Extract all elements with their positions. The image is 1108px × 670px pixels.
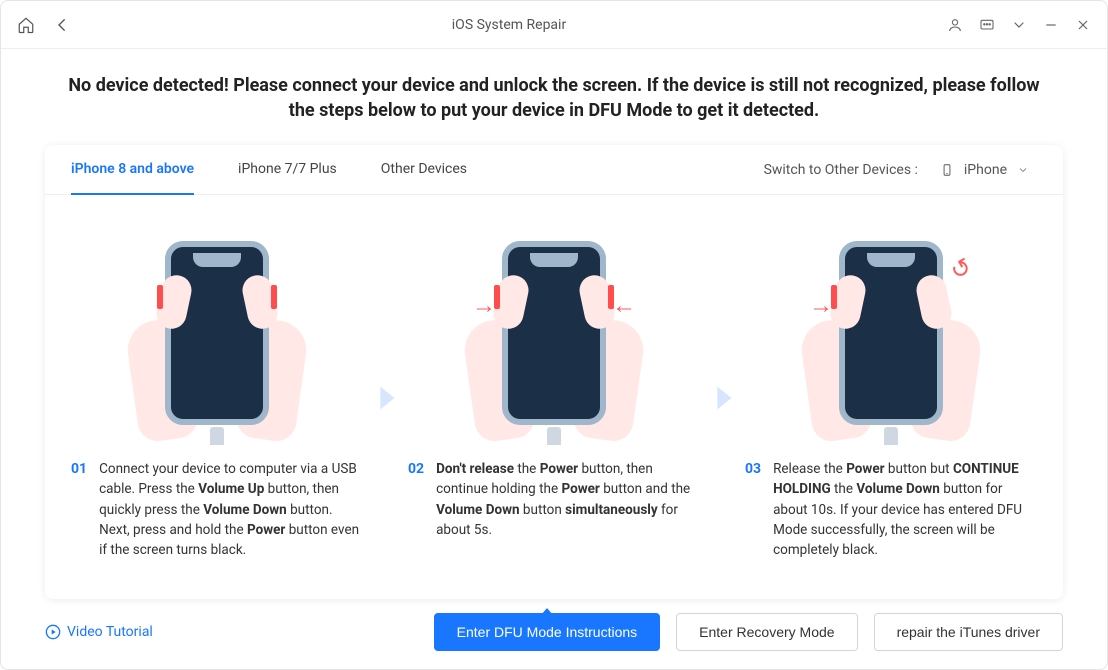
tab-other-devices[interactable]: Other Devices	[381, 145, 467, 195]
page-heading: No device detected! Please connect your …	[45, 73, 1063, 123]
user-icon[interactable]	[947, 17, 963, 33]
step-2-illustration: → ←	[454, 235, 654, 435]
video-tutorial-link[interactable]: Video Tutorial	[45, 624, 153, 640]
enter-recovery-button[interactable]: Enter Recovery Mode	[676, 613, 857, 651]
back-icon[interactable]	[53, 16, 71, 34]
window-title: iOS System Repair	[71, 17, 947, 33]
play-circle-icon	[45, 624, 61, 640]
tab-iphone8-above[interactable]: iPhone 8 and above	[71, 145, 194, 195]
step-3-text: Release the Power button but CONTINUE HO…	[773, 459, 1037, 560]
step-2: → ← 02 Don't release the Power button, t…	[408, 235, 700, 569]
close-icon[interactable]	[1075, 17, 1091, 33]
chevron-down-icon[interactable]	[1011, 17, 1027, 33]
step-3-illustration: → ↺	[791, 235, 991, 435]
step-3-number: 03	[745, 459, 761, 480]
device-selected-label: iPhone	[964, 162, 1007, 178]
minimize-icon[interactable]	[1043, 17, 1059, 33]
feedback-icon[interactable]	[979, 17, 995, 33]
tab-iphone7[interactable]: iPhone 7/7 Plus	[238, 145, 337, 195]
step-1-text: Connect your device to computer via a US…	[99, 459, 363, 560]
switch-label: Switch to Other Devices :	[764, 162, 918, 178]
arrow-right-icon	[706, 381, 740, 424]
home-icon[interactable]	[17, 16, 35, 34]
arrow-right-icon	[369, 381, 403, 424]
phone-icon	[940, 163, 954, 177]
step-2-text: Don't release the Power button, then con…	[436, 459, 700, 540]
step-3: → ↺ 03 Release the Power button but CONT…	[745, 235, 1037, 569]
chevron-down-icon	[1017, 164, 1029, 176]
device-select[interactable]: iPhone	[932, 158, 1037, 182]
repair-itunes-button[interactable]: repair the iTunes driver	[874, 613, 1063, 651]
video-tutorial-label: Video Tutorial	[67, 624, 153, 640]
step-2-number: 02	[408, 459, 424, 480]
step-1: 01 Connect your device to computer via a…	[71, 235, 363, 569]
step-1-illustration	[117, 235, 317, 435]
enter-dfu-button[interactable]: Enter DFU Mode Instructions	[434, 613, 661, 651]
step-1-number: 01	[71, 459, 87, 480]
